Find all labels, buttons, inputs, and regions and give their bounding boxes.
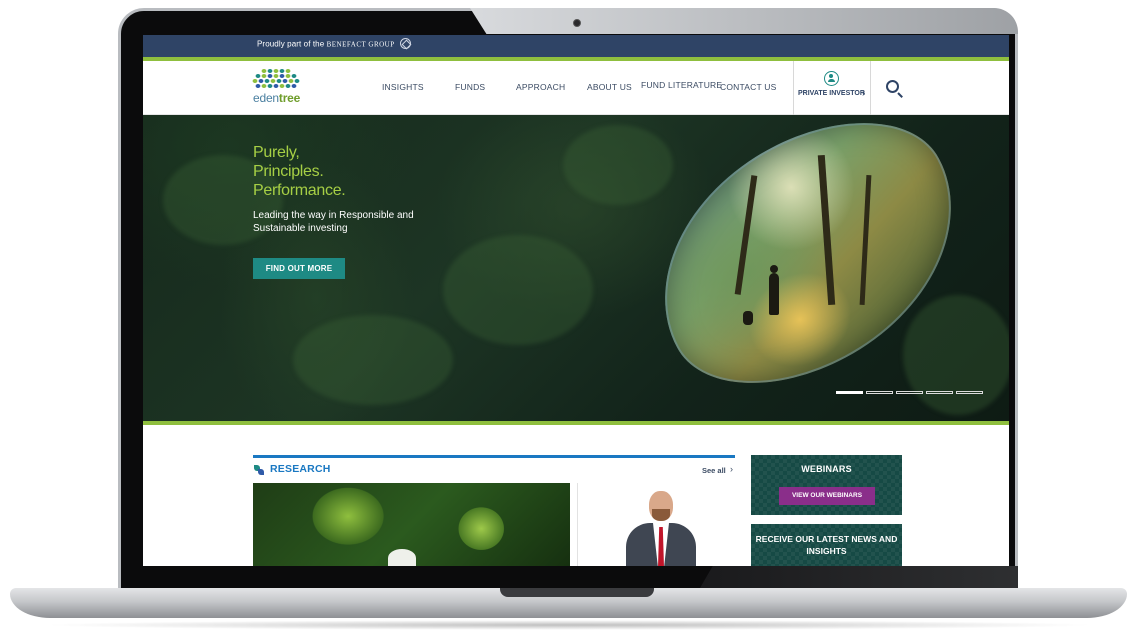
chevron-right-icon: › — [862, 88, 866, 99]
logo-leaf-dot — [255, 84, 261, 88]
slide-indicator[interactable] — [866, 391, 893, 394]
nav-fund-literature[interactable]: FUND LITERATURE — [641, 80, 722, 90]
hero-title-line: Purely, — [253, 144, 300, 161]
research-author-photo[interactable] — [626, 491, 696, 566]
webcam-icon — [573, 19, 581, 27]
hero-foliage — [563, 125, 673, 205]
laptop-notch — [500, 588, 654, 597]
hero-accent-line — [143, 421, 1009, 425]
research-divider — [577, 483, 578, 566]
logo-leaf-dot — [294, 79, 300, 83]
hero-subtitle: Leading the way in Responsible and Susta… — [253, 210, 414, 234]
private-investor-label: PRIVATE INVESTOR — [798, 90, 865, 97]
slide-indicator[interactable] — [896, 391, 923, 394]
benefact-logo-icon — [399, 38, 411, 49]
hero-banner: Purely, Principles. Performance. Leading… — [143, 115, 1009, 421]
logo-leaf-dot — [261, 69, 267, 73]
newsletter-heading: RECEIVE OUR LATEST NEWS AND INSIGHTS — [755, 534, 898, 556]
logo-leaf-dot — [282, 79, 288, 83]
see-all-link[interactable]: See all — [702, 466, 726, 475]
research-accent-bar — [253, 455, 735, 458]
nav-insights[interactable]: INSIGHTS — [382, 82, 424, 92]
newsletter-panel[interactable]: RECEIVE OUR LATEST NEWS AND INSIGHTS — [751, 524, 902, 566]
person-beard — [652, 509, 670, 521]
laptop-shadow — [40, 620, 1097, 630]
hero-foliage — [443, 235, 593, 345]
logo-leaf-dot — [264, 79, 270, 83]
group-banner-prefix: Proudly part of the — [257, 39, 325, 49]
chevron-right-icon[interactable]: › — [730, 464, 733, 474]
slide-indicator[interactable] — [836, 391, 863, 394]
logo-leaf-dot — [270, 79, 276, 83]
logo-leaf-dot — [261, 74, 267, 78]
logo-leaf-dot — [288, 79, 294, 83]
group-banner: Proudly part of the BENEFACT GROUP — [143, 35, 1009, 57]
webinars-panel: WEBINARS VIEW OUR WEBINARS — [751, 455, 902, 515]
find-out-more-button[interactable]: FIND OUT MORE — [253, 258, 345, 279]
lid-glare — [470, 8, 1018, 34]
logo-leaf-dot — [291, 74, 297, 78]
logo-leaf-dot — [261, 84, 267, 88]
logo-leaf-dot — [291, 84, 297, 88]
user-icon — [824, 71, 839, 86]
logo-leaf-dot — [273, 69, 279, 73]
leaf-icon — [254, 465, 264, 475]
group-banner-text: Proudly part of the BENEFACT GROUP — [257, 38, 411, 50]
logo-leaf-dot — [285, 84, 291, 88]
logo-leaf-dot — [273, 84, 279, 88]
nav-contact-us[interactable]: CONTACT US — [720, 82, 776, 92]
nav-approach[interactable]: APPROACH — [516, 82, 565, 92]
private-investor-button[interactable]: PRIVATE INVESTOR › — [793, 61, 871, 115]
hero-title-line: Principles. — [253, 163, 324, 180]
screen-glare — [700, 566, 1018, 588]
view-webinars-button[interactable]: VIEW OUR WEBINARS — [779, 487, 875, 505]
benefact-group-link[interactable]: BENEFACT GROUP — [327, 41, 395, 49]
webinars-heading: WEBINARS — [801, 464, 852, 474]
search-icon[interactable] — [886, 80, 899, 93]
hero-title: Purely, Principles. Performance. — [253, 143, 346, 200]
logo-leaf-dot — [285, 69, 291, 73]
hero-title-line: Performance. — [253, 182, 346, 199]
logo-leaf-dot — [279, 69, 285, 73]
slide-indicator[interactable] — [926, 391, 953, 394]
nav-about-us[interactable]: ABOUT US — [587, 82, 632, 92]
main-navigation: edentree INSIGHTS FUNDS APPROACH ABOUT U… — [143, 61, 1009, 115]
logo-leaf-dot — [252, 79, 258, 83]
logo-leaf-dot — [276, 79, 282, 83]
logo-leaf-dot — [279, 74, 285, 78]
hero-foliage — [293, 315, 453, 405]
edentree-wordmark[interactable]: edentree — [253, 91, 300, 105]
research-article-image[interactable] — [253, 483, 570, 566]
browser-screen: Proudly part of the BENEFACT GROUP edent… — [143, 35, 1009, 566]
wordmark-tree: tree — [278, 91, 301, 105]
hero-dog-silhouette — [743, 311, 753, 325]
flower-graphic — [388, 549, 416, 566]
logo-leaf-dot — [267, 84, 273, 88]
logo-leaf-dot — [258, 79, 264, 83]
slide-indicator[interactable] — [956, 391, 983, 394]
nav-funds[interactable]: FUNDS — [455, 82, 485, 92]
logo-leaf-dot — [285, 74, 291, 78]
research-heading: RESEARCH — [270, 463, 331, 475]
logo-leaf-dot — [273, 74, 279, 78]
hero-walker-silhouette — [769, 265, 779, 315]
logo-leaf-dot — [267, 74, 273, 78]
logo-leaf-dot — [279, 84, 285, 88]
logo-leaf-dot — [255, 74, 261, 78]
hero-foliage — [903, 295, 1009, 415]
wordmark-eden: eden — [253, 91, 279, 105]
logo-leaf-dot — [267, 69, 273, 73]
